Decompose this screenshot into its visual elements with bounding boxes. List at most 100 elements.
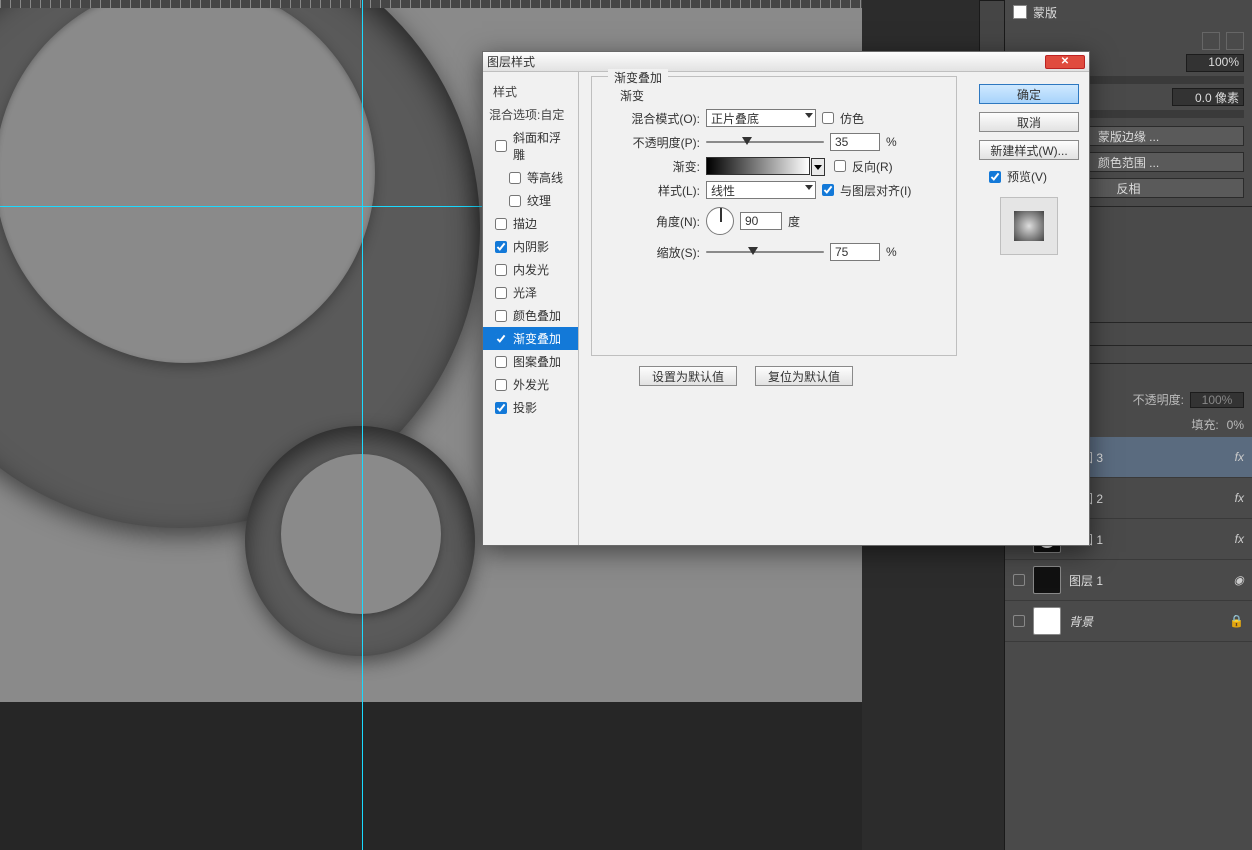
style-checkbox[interactable] (495, 356, 507, 368)
layer-thumbnail[interactable] (1033, 566, 1061, 594)
vector-mask-icon[interactable] (1226, 32, 1244, 50)
layer-opacity-select[interactable]: 100% (1190, 392, 1244, 408)
layer-fill-select[interactable]: 0% (1227, 418, 1244, 432)
scale-slider[interactable] (706, 245, 824, 259)
close-icon[interactable]: ✕ (1045, 55, 1085, 69)
guide-vertical[interactable] (362, 0, 363, 850)
style-checkbox[interactable] (495, 402, 507, 414)
style-item-label: 光泽 (513, 284, 537, 301)
style-item-8[interactable]: 渐变叠加 (483, 327, 578, 350)
gradient-overlay-settings: 渐变叠加 渐变 混合模式(O): 正片叠底 仿色 不透明度(P): 35 % 渐… (579, 72, 969, 545)
style-item-7[interactable]: 颜色叠加 (483, 304, 578, 327)
opacity-slider[interactable] (706, 135, 824, 149)
density-input[interactable]: 100% (1186, 54, 1244, 72)
masks-panel-title: 蒙版 (1033, 4, 1057, 21)
style-checkbox[interactable] (495, 241, 507, 253)
lock-icon: 🔒 (1229, 614, 1244, 628)
ok-button[interactable]: 确定 (979, 84, 1079, 104)
styles-header[interactable]: 样式 (483, 80, 578, 103)
opacity-unit: % (886, 135, 897, 149)
style-item-label: 投影 (513, 399, 537, 416)
layer-row[interactable]: 背景 🔒 (1005, 601, 1252, 642)
style-item-3[interactable]: 描边 (483, 212, 578, 235)
reverse-checkbox[interactable] (834, 160, 846, 172)
blend-mode-value: 正片叠底 (711, 110, 759, 127)
fx-badge[interactable]: fx (1235, 491, 1244, 505)
style-item-4[interactable]: 内阴影 (483, 235, 578, 258)
new-style-button[interactable]: 新建样式(W)... (979, 140, 1079, 160)
style-checkbox[interactable] (495, 140, 507, 152)
scale-input[interactable]: 75 (830, 243, 880, 261)
layer-name[interactable]: 图层 1 (1069, 572, 1103, 589)
fx-badge[interactable]: fx (1235, 450, 1244, 464)
cancel-button[interactable]: 取消 (979, 112, 1079, 132)
smart-object-icon: ◉ (1234, 573, 1244, 587)
scale-label: 缩放(S): (622, 244, 700, 261)
style-checkbox[interactable] (495, 310, 507, 322)
layer-name[interactable]: 背景 (1069, 613, 1093, 630)
dither-checkbox[interactable] (822, 112, 834, 124)
style-item-label: 颜色叠加 (513, 307, 561, 324)
align-label: 与图层对齐(I) (840, 182, 911, 199)
density-value: 100% (1208, 55, 1239, 69)
chevron-down-icon (814, 165, 822, 170)
layer-opacity-label: 不透明度: (1133, 391, 1184, 408)
style-checkbox[interactable] (495, 218, 507, 230)
style-item-label: 内阴影 (513, 238, 549, 255)
visibility-icon[interactable] (1013, 574, 1025, 586)
style-checkbox[interactable] (509, 195, 521, 207)
style-item-10[interactable]: 外发光 (483, 373, 578, 396)
style-item-9[interactable]: 图案叠加 (483, 350, 578, 373)
blend-mode-select[interactable]: 正片叠底 (706, 109, 816, 127)
layer-thumbnail[interactable] (1033, 607, 1061, 635)
dialog-titlebar[interactable]: 图层样式 ✕ (483, 52, 1089, 72)
style-item-0[interactable]: 斜面和浮雕 (483, 126, 578, 166)
feather-value: 0.0 像素 (1195, 91, 1239, 105)
layer-opacity-value: 100% (1202, 393, 1233, 407)
style-checkbox[interactable] (495, 264, 507, 276)
style-item-label: 等高线 (527, 169, 563, 186)
pixel-mask-icon[interactable] (1202, 32, 1220, 50)
style-item-label: 外发光 (513, 376, 549, 393)
gradient-style-select[interactable]: 线性 (706, 181, 816, 199)
angle-dial[interactable] (706, 207, 734, 235)
make-default-button[interactable]: 设置为默认值 (639, 366, 737, 386)
feather-input[interactable]: 0.0 像素 (1172, 88, 1244, 106)
style-label: 样式(L): (622, 182, 700, 199)
blending-options-item[interactable]: 混合选项:自定 (483, 103, 578, 126)
style-item-2[interactable]: 纹理 (483, 189, 578, 212)
ruler-horizontal (0, 0, 862, 8)
layer-row[interactable]: 图层 1 ◉ (1005, 560, 1252, 601)
angle-input[interactable]: 90 (740, 212, 782, 230)
gradient-picker[interactable] (706, 157, 810, 175)
dialog-title: 图层样式 (487, 53, 535, 70)
opacity-input[interactable]: 35 (830, 133, 880, 151)
fx-badge[interactable]: fx (1235, 532, 1244, 546)
angle-value: 90 (745, 214, 758, 228)
layer-fill-label: 填充: (1191, 416, 1218, 433)
style-item-5[interactable]: 内发光 (483, 258, 578, 281)
reset-default-button[interactable]: 复位为默认值 (755, 366, 853, 386)
chevron-down-icon (805, 113, 813, 118)
style-checkbox[interactable] (495, 379, 507, 391)
preview-checkbox[interactable] (989, 171, 1001, 183)
gradient-dropdown[interactable] (811, 158, 825, 176)
style-checkbox[interactable] (495, 333, 507, 345)
style-value: 线性 (711, 182, 735, 199)
scale-value: 75 (835, 245, 848, 259)
pasteboard (0, 702, 862, 850)
style-item-6[interactable]: 光泽 (483, 281, 578, 304)
style-item-1[interactable]: 等高线 (483, 166, 578, 189)
visibility-icon[interactable] (1013, 615, 1025, 627)
preview-swatch (1000, 197, 1058, 255)
mask-icon (1013, 5, 1027, 19)
style-item-label: 渐变叠加 (513, 330, 561, 347)
style-checkbox[interactable] (495, 287, 507, 299)
sub-legend: 渐变 (620, 87, 644, 104)
preview-label: 预览(V) (1007, 168, 1047, 185)
style-checkbox[interactable] (509, 172, 521, 184)
shape-small-ring (245, 426, 475, 656)
align-with-layer-checkbox[interactable] (822, 184, 834, 196)
style-item-11[interactable]: 投影 (483, 396, 578, 419)
style-item-label: 纹理 (527, 192, 551, 209)
